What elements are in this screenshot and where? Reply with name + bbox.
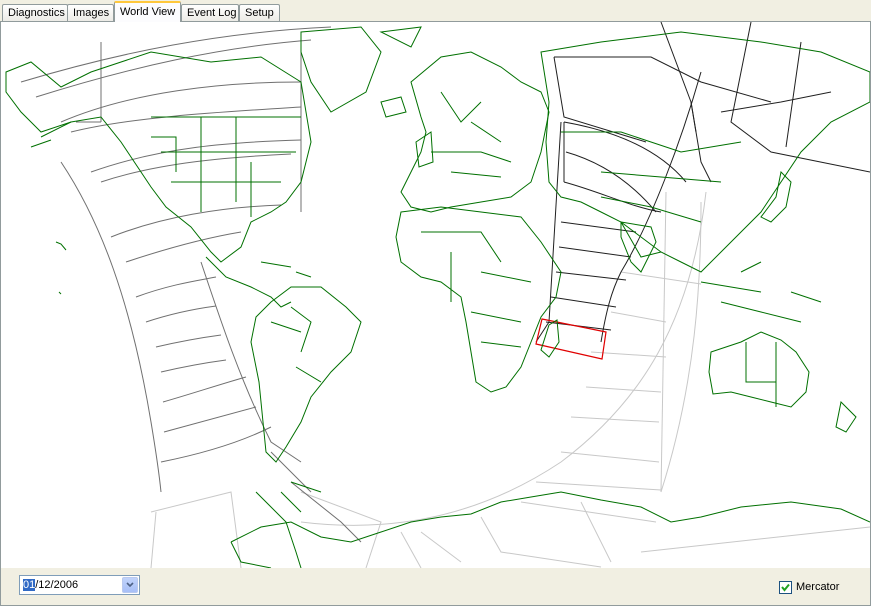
madagascar (540, 319, 560, 358)
world-map[interactable] (1, 22, 870, 568)
date-rest: /12/2006 (35, 579, 79, 591)
japan (760, 170, 792, 223)
date-value[interactable]: 01/12/2006 (23, 579, 78, 591)
australia (708, 331, 810, 408)
tab-diagnostics[interactable]: Diagnostics (2, 4, 68, 21)
new-zealand (835, 400, 857, 433)
north-america (5, 51, 312, 263)
africa (395, 206, 562, 393)
tab-strip: Diagnostics Images World View Event Log … (0, 0, 871, 22)
coastlines (5, 26, 870, 568)
mercator-label[interactable]: Mercator (796, 581, 839, 593)
date-dropdown-button[interactable] (122, 577, 138, 593)
europe (400, 51, 550, 213)
antarctica (230, 491, 870, 543)
asia (540, 31, 870, 273)
chevron-down-icon (126, 582, 134, 588)
ascending-swath (20, 26, 362, 543)
date-picker[interactable]: 01/12/2006 (19, 575, 140, 595)
tab-world-view[interactable]: World View (114, 1, 181, 22)
map-canvas[interactable] (1, 22, 870, 568)
date-day-selected: 01 (23, 579, 36, 591)
current-pass-swath (535, 22, 870, 343)
tab-images[interactable]: Images (67, 4, 114, 21)
mercator-checkbox[interactable] (779, 581, 792, 594)
tab-event-log[interactable]: Event Log (181, 4, 239, 21)
greenland (300, 26, 382, 113)
tab-setup[interactable]: Setup (239, 4, 280, 21)
checkmark-icon (781, 583, 790, 592)
